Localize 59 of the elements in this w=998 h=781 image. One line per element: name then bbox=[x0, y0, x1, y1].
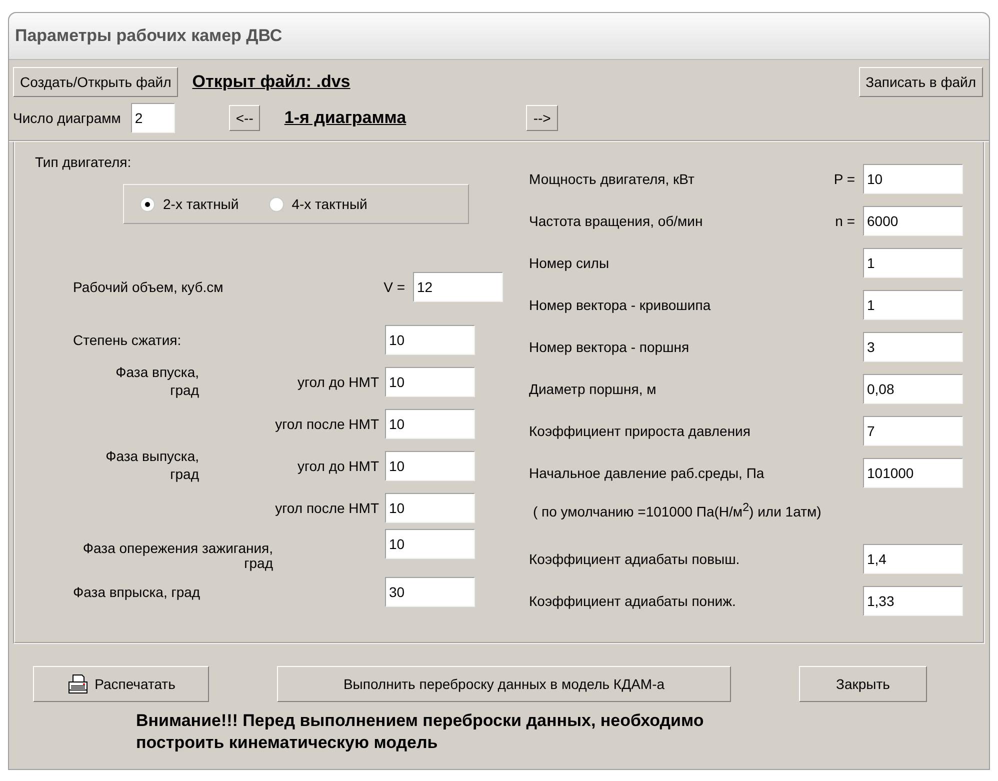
radio-option[interactable]: 2-х тактный bbox=[140, 196, 239, 212]
printer-icon bbox=[66, 674, 89, 694]
input-field[interactable]: 6000 bbox=[863, 206, 963, 236]
input-field[interactable]: 2 bbox=[130, 103, 175, 133]
field-label: Фаза впрыска, град bbox=[73, 584, 200, 600]
field-label: Коэффициент адиабаты пониж. bbox=[529, 593, 736, 609]
next-button[interactable]: --> bbox=[526, 105, 558, 131]
field-label: Номер вектора - поршня bbox=[529, 339, 690, 355]
field-label: угол до НМТ bbox=[297, 374, 379, 390]
field-label: угол после НМТ bbox=[275, 416, 379, 432]
field-label: Фаза выпуска, град bbox=[104, 447, 199, 484]
input-field[interactable]: 10 bbox=[863, 164, 963, 194]
symbol-label: P = bbox=[832, 171, 855, 187]
input-field[interactable]: 1,4 bbox=[863, 544, 963, 574]
field-label: Мощность двигателя, кВт bbox=[529, 171, 694, 187]
field-label: Степень сжатия: bbox=[73, 332, 182, 348]
input-field[interactable]: 1,33 bbox=[863, 586, 963, 616]
print-button[interactable]: Распечатать bbox=[33, 666, 209, 702]
field-label: угол после НМТ bbox=[275, 500, 379, 516]
window-title: Параметры рабочих камер ДВС bbox=[15, 26, 282, 46]
input-field[interactable]: 10 bbox=[385, 325, 475, 355]
field-label: Номер силы bbox=[529, 255, 610, 271]
file-status: Открыт файл: .dvs bbox=[192, 72, 350, 92]
field-label: Диаметр поршня, м bbox=[529, 381, 656, 397]
field-label: Коэффициент адиабаты повыш. bbox=[529, 551, 740, 567]
input-field[interactable]: 10 bbox=[385, 367, 475, 397]
input-field[interactable]: 1 bbox=[863, 248, 963, 278]
input-field[interactable]: 10 bbox=[385, 451, 475, 481]
input-field[interactable]: 0,08 bbox=[863, 374, 963, 404]
input-field[interactable]: 101000 bbox=[863, 458, 963, 488]
count-label: Число диаграмм bbox=[13, 110, 121, 126]
field-label: Фаза опережения зажигания, град bbox=[82, 539, 273, 571]
diagram-title: 1-я диаграмма bbox=[283, 108, 408, 128]
field-label: Коэффициент прироста давления bbox=[529, 423, 750, 439]
close-button[interactable]: Закрыть bbox=[799, 666, 927, 702]
radio-option[interactable]: 4-х тактный bbox=[268, 196, 368, 212]
field-label: Частота вращения, об/мин bbox=[529, 213, 703, 229]
input-field[interactable]: 30 bbox=[385, 577, 475, 607]
input-field[interactable]: 10 bbox=[385, 529, 475, 559]
symbol-label: V = bbox=[382, 279, 405, 295]
field-label: Начальное давление раб.среды, Па bbox=[529, 465, 764, 481]
previous-button[interactable]: <-- bbox=[228, 105, 260, 131]
open-file-button[interactable]: Создать/Открыть файл bbox=[13, 67, 178, 97]
hint-text: ( по умолчанию =101000 Па(Н/м$^{2}$) или 1атм) bbox=[533, 500, 822, 520]
input-field[interactable]: 10 bbox=[385, 409, 475, 439]
input-field[interactable]: 1 bbox=[863, 290, 963, 320]
transfer-button[interactable]: Выполнить переброску данных в модель КДАМ-а bbox=[277, 666, 731, 702]
field-label: Номер вектора - кривошипа bbox=[529, 297, 711, 313]
warning-text: Внимание!!! Перед выполнением переброски данных, необходимо построить кинематическую модель bbox=[136, 710, 705, 754]
field-label: угол до НМТ bbox=[297, 458, 379, 474]
input-field[interactable]: 3 bbox=[863, 332, 963, 362]
section-label: Тип двигателя: bbox=[35, 154, 132, 170]
field-label: Фаза впуска, град bbox=[114, 363, 199, 400]
field-label: Рабочий объем, куб.см bbox=[73, 279, 224, 295]
input-field[interactable]: 10 bbox=[385, 493, 475, 523]
input-field[interactable]: 12 bbox=[413, 272, 503, 302]
input-field[interactable]: 7 bbox=[863, 416, 963, 446]
symbol-label: n = bbox=[834, 213, 855, 229]
save-file-button[interactable]: Записать в файл bbox=[858, 67, 983, 97]
